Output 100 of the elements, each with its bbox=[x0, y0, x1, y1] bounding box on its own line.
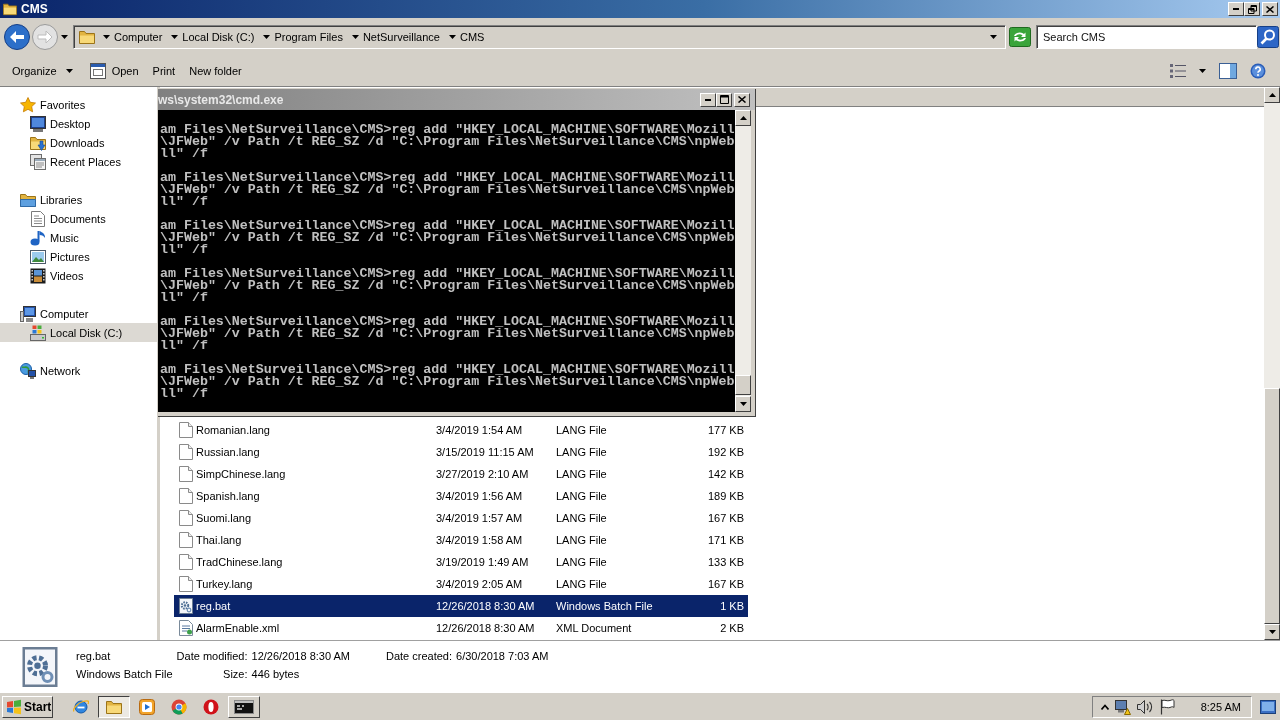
ring-icon[interactable] bbox=[203, 698, 219, 715]
caret-icon[interactable] bbox=[990, 35, 997, 39]
caret-icon[interactable] bbox=[448, 35, 456, 39]
file-icon bbox=[178, 532, 194, 548]
console-line: am Files\NetSurveillance\CMS>reg add "HKEY_LOCAL_MACHINE\SOFTWARE\Mozill bbox=[160, 364, 735, 376]
preview-pane-icon[interactable] bbox=[1219, 63, 1237, 79]
file-row[interactable]: reg.bat 12/26/2018 8:30 AM Windows Batch File 1 KB bbox=[174, 595, 748, 617]
file-row[interactable]: TradChinese.lang 3/19/2019 1:49 AM LANG File 133 KB bbox=[174, 551, 748, 573]
scroll-thumb[interactable] bbox=[735, 375, 751, 395]
file-row[interactable]: Thai.lang 3/4/2019 1:58 AM LANG File 171 KB bbox=[174, 529, 748, 551]
file-row[interactable]: AlarmEnable.xml 12/26/2018 8:30 AM XML Document 2 KB bbox=[174, 617, 748, 639]
toolbar-button[interactable]: Print bbox=[146, 60, 182, 82]
file-row[interactable]: Turkey.lang 3/4/2019 2:05 AM LANG File 167 KB bbox=[174, 573, 748, 595]
file-row[interactable]: Romanian.lang 3/4/2019 1:54 AM LANG File 177 KB bbox=[174, 419, 748, 441]
breadcrumb[interactable]: Local Disk (C:) bbox=[181, 31, 256, 43]
toolbar-button[interactable]: Open bbox=[80, 60, 145, 82]
breadcrumb[interactable]: Computer bbox=[113, 31, 164, 43]
nav-item[interactable]: Network bbox=[0, 361, 157, 380]
film-strip-icon bbox=[30, 267, 46, 284]
nav-item[interactable]: Favorites bbox=[0, 95, 157, 114]
date-modified: 3/4/2019 1:54 AM bbox=[436, 424, 524, 436]
back-icon[interactable] bbox=[4, 24, 30, 50]
monitor-warning-icon[interactable] bbox=[1114, 698, 1131, 715]
maximize-button[interactable] bbox=[716, 92, 732, 107]
list-view-icon[interactable] bbox=[1170, 64, 1186, 78]
file-size: 171 KB bbox=[706, 534, 745, 546]
console-line: \JFWeb" /v Path /t REG_SZ /d "C:\Program Files\NetSurveillance\CMS\npWeb bbox=[160, 328, 735, 340]
close-button[interactable] bbox=[1262, 2, 1278, 16]
show-desktop-icon[interactable] bbox=[1260, 698, 1276, 715]
date-modified: 3/4/2019 1:58 AM bbox=[436, 534, 524, 546]
file-row[interactable]: SimpChinese.lang 3/27/2019 2:10 AM LANG File 142 KB bbox=[174, 463, 748, 485]
play-icon[interactable] bbox=[139, 698, 155, 715]
close-button[interactable] bbox=[734, 92, 750, 107]
minimize-button[interactable] bbox=[1228, 2, 1244, 16]
file-row[interactable]: Suomi.lang 3/4/2019 1:57 AM LANG File 167 KB bbox=[174, 507, 748, 529]
speaker-icon[interactable] bbox=[1136, 698, 1153, 715]
toolbar-button[interactable]: Organize bbox=[6, 60, 79, 82]
refresh-icon[interactable] bbox=[1009, 27, 1031, 47]
breadcrumb[interactable]: Program Files bbox=[273, 31, 344, 43]
nav-item[interactable]: Music bbox=[0, 228, 157, 247]
file-size: 189 KB bbox=[706, 490, 745, 502]
file-icon bbox=[178, 554, 194, 570]
ringed-globe-icon[interactable] bbox=[73, 698, 89, 715]
console-line: ll" /f bbox=[160, 388, 209, 400]
scroll-up-button[interactable] bbox=[735, 110, 751, 126]
scrollbar[interactable] bbox=[735, 110, 751, 412]
restore-button[interactable] bbox=[1244, 2, 1260, 16]
nav-item[interactable]: Recent Places bbox=[0, 152, 157, 171]
nav-item[interactable]: Local Disk (C:) bbox=[0, 323, 157, 342]
file-icon bbox=[178, 488, 194, 504]
console-line: ll" /f bbox=[160, 340, 209, 352]
nav-item[interactable]: Documents bbox=[0, 209, 157, 228]
breadcrumb[interactable]: NetSurveillance bbox=[361, 31, 441, 43]
date-modified: 3/4/2019 2:05 AM bbox=[436, 578, 524, 590]
scrollbar[interactable] bbox=[1264, 87, 1280, 640]
file-name: Romanian.lang bbox=[196, 424, 271, 436]
caret-icon[interactable] bbox=[103, 35, 110, 39]
file-row[interactable]: Russian.lang 3/15/2019 11:15 AM LANG File 192 KB bbox=[174, 441, 748, 463]
nav-item[interactable]: Computer bbox=[0, 304, 157, 323]
console-title: ws\system32\cmd.exe bbox=[158, 92, 285, 107]
taskbar-button[interactable] bbox=[98, 695, 130, 718]
help-icon[interactable] bbox=[1250, 63, 1266, 79]
scroll-down-button[interactable] bbox=[1264, 624, 1280, 640]
library-folder-icon bbox=[20, 191, 36, 208]
file-name: Spanish.lang bbox=[196, 490, 261, 502]
nav-item[interactable]: Libraries bbox=[0, 190, 157, 209]
breadcrumb[interactable]: CMS bbox=[458, 31, 486, 43]
caret-icon[interactable] bbox=[61, 35, 68, 39]
console-line: ll" /f bbox=[160, 148, 209, 160]
caret-icon[interactable] bbox=[1199, 69, 1206, 73]
nav-item[interactable]: Desktop bbox=[0, 114, 157, 133]
minimize-button[interactable] bbox=[700, 92, 716, 107]
scroll-down-button[interactable] bbox=[735, 396, 751, 412]
field-label: Date created: bbox=[386, 650, 453, 662]
field-label: Size: bbox=[222, 668, 248, 680]
chevron-up-icon[interactable] bbox=[1100, 703, 1109, 710]
search-icon[interactable] bbox=[1257, 26, 1279, 48]
flag-icon[interactable] bbox=[1158, 698, 1175, 715]
date-modified: 12/26/2018 8:30 AM bbox=[436, 600, 536, 612]
segmented-circle-icon[interactable] bbox=[171, 698, 187, 715]
clock[interactable]: 8:25 AM bbox=[1200, 700, 1241, 713]
minimize-icon bbox=[1233, 8, 1239, 10]
caret-icon[interactable] bbox=[171, 35, 179, 39]
caret-icon[interactable] bbox=[351, 35, 359, 39]
nav-item[interactable]: Videos bbox=[0, 266, 157, 285]
start-button[interactable]: Start bbox=[2, 695, 53, 718]
caret-icon[interactable] bbox=[263, 35, 271, 39]
toolbar-button[interactable]: New folder bbox=[183, 60, 248, 82]
network-icon bbox=[20, 362, 36, 379]
file-row[interactable]: Spanish.lang 3/4/2019 1:56 AM LANG File 189 KB bbox=[174, 485, 748, 507]
file-icon bbox=[178, 576, 194, 592]
address-bar[interactable]: Computer Local Disk (C:) Program Files NetSurveillance CMS bbox=[73, 25, 1006, 49]
scroll-up-button[interactable] bbox=[1264, 87, 1280, 103]
nav-item[interactable]: Pictures bbox=[0, 247, 157, 266]
file-type: LANG File bbox=[556, 534, 608, 546]
search-field[interactable]: Search CMS bbox=[1036, 25, 1257, 49]
scroll-thumb[interactable] bbox=[1264, 388, 1280, 624]
nav-item[interactable]: Downloads bbox=[0, 133, 157, 152]
file-name: Russian.lang bbox=[196, 446, 261, 458]
stacked-windows-icon bbox=[30, 153, 46, 170]
